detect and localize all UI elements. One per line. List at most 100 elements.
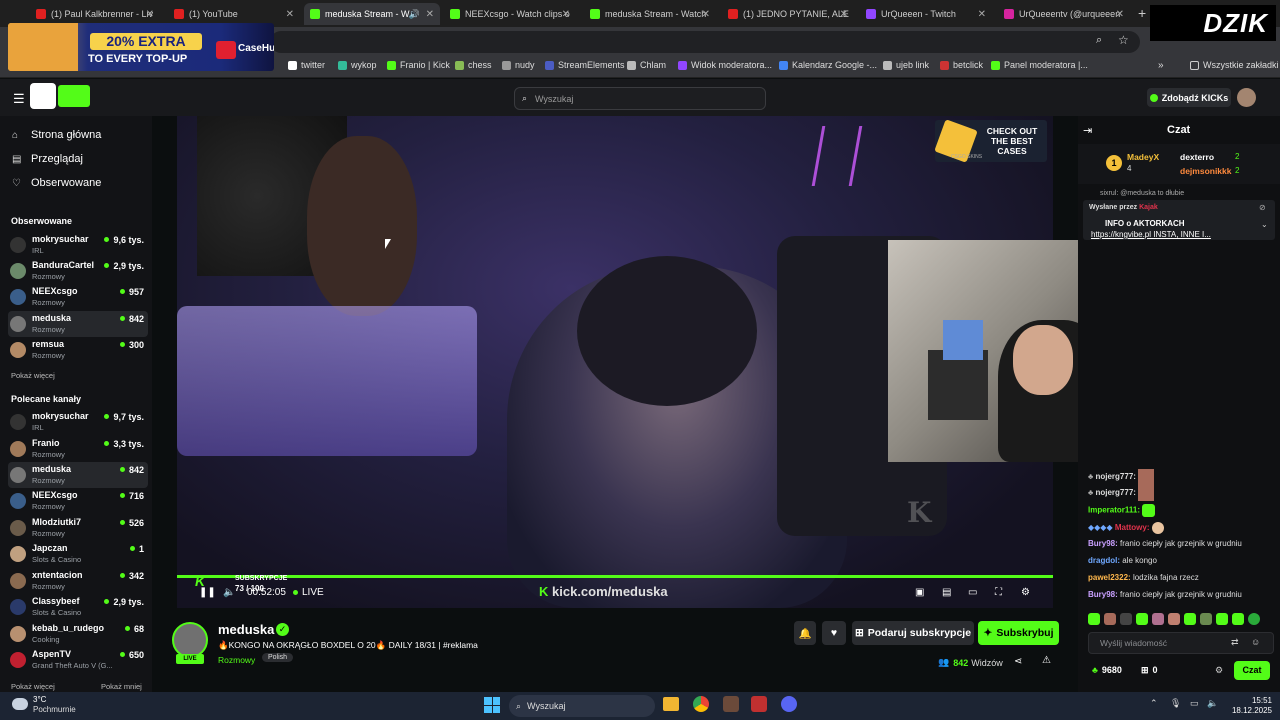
browser-tab[interactable]: NEEXcsgo - Watch clips o ✕ [444,3,576,25]
show-more-link[interactable]: Pokaż więcej [11,371,55,380]
ad-banner[interactable]: 20% EXTRA TO EVERY TOP-UP CaseHug [8,23,274,71]
emote-icon[interactable] [1088,613,1100,625]
browser-tab[interactable]: (1) Paul Kalkbrenner - Liv ✕ [30,3,160,25]
bookmark-franio[interactable]: Franio | Kick [387,60,450,70]
star-icon[interactable]: ☆ [1118,33,1129,47]
more-bookmarks-icon[interactable]: » [1158,60,1164,71]
language-tag[interactable]: Polish [262,653,294,662]
all-bookmarks[interactable]: Wszystkie zakładki [1190,60,1279,70]
emote-icon[interactable] [1152,613,1164,625]
case-promo-banner[interactable]: CHECK OUT THE BEST CASES CSGO SKINS [934,119,1047,163]
pinned-link[interactable]: https://kngvibe.pl INSTA, INNE I... [1091,230,1211,239]
chat-settings-icon[interactable]: ⚙ [1215,665,1223,676]
stream-category[interactable]: Rozmowy [218,655,255,665]
recommended-channel[interactable]: xntentacion Rozmowy 342 [8,568,148,594]
recommended-channel[interactable]: NEEXcsgo Rozmowy 716 [8,488,148,514]
nav-following[interactable]: ♡ Obserwowane [12,177,101,189]
browser-tab[interactable]: (1) YouTube ✕ [168,3,300,25]
collapse-chat-icon[interactable]: ⇥ [1083,124,1092,137]
browser-tab[interactable]: (1) JEDNO PYTANIE, ALE ✕ [722,3,854,25]
report-icon[interactable]: ⚠ [1042,655,1051,666]
new-tab-icon[interactable]: + [1138,5,1146,21]
emote-icon[interactable] [1168,613,1180,625]
bookmark-widok[interactable]: Widok moderatora... [678,60,772,70]
nav-home[interactable]: ⌂ Strona główna [12,129,101,141]
miniplayer-icon[interactable]: ▣ [915,587,924,598]
emote-icon[interactable] [1120,613,1132,625]
close-tab-icon[interactable]: ✕ [978,9,986,20]
followed-channel[interactable]: BanduraCartel Rozmowy 2,9 tys. [8,258,148,284]
menu-icon[interactable]: ☰ [13,91,25,107]
emote-icon[interactable] [1184,613,1196,625]
close-tab-icon[interactable]: ✕ [146,9,154,20]
close-tab-icon[interactable]: ✕ [702,9,710,20]
microphone-icon[interactable]: 🎙 [1170,698,1181,709]
followed-channel[interactable]: NEEXcsgo Rozmowy 957 [8,284,148,310]
emote-icon[interactable] [1232,613,1244,625]
channel-avatar[interactable] [172,622,208,658]
chrome-icon[interactable] [693,696,709,712]
bookmark-wykop[interactable]: wykop [338,60,377,70]
settings-gear-icon[interactable]: ⚙ [1021,587,1030,598]
recommended-channel[interactable]: kebab_u_rudego Cooking 68 [8,621,148,647]
recommended-channel-selected[interactable]: meduska Rozmowy 842 [8,462,148,488]
fullscreen-icon[interactable]: ⛶ [995,587,1002,598]
get-kicks-button[interactable]: Zdobądź KICKs [1147,88,1231,107]
bookmark-ujeb[interactable]: ujeb link [883,60,929,70]
send-chat-button[interactable]: Czat [1234,661,1270,680]
address-bar[interactable] [270,31,1140,53]
close-tab-icon[interactable]: ✕ [562,9,570,20]
clip-icon[interactable]: ▤ [942,587,951,598]
chat-input[interactable]: Wyślij wiadomość [1088,632,1274,654]
bookmark-chess[interactable]: chess [455,60,492,70]
nav-browse[interactable]: ▤ Przeglądaj [12,153,83,165]
browser-tab-active[interactable]: meduska Stream - W 🔊 ✕ [304,3,440,25]
bookmark-twitter[interactable]: twitter [288,60,325,70]
emote-icon[interactable] [1216,613,1228,625]
close-tab-icon[interactable]: ✕ [426,9,434,20]
zoom-icon[interactable]: ⌕ [1096,34,1102,47]
clock-date[interactable]: 18.12.2025 [1222,706,1272,715]
tray-chevron-icon[interactable]: ⌃ [1150,698,1158,709]
browser-tab[interactable]: meduska Stream - Watch ✕ [584,3,716,25]
bookmark-streamelements[interactable]: StreamElements [545,60,625,70]
search-input[interactable]: ⌕ Wyszukaj [514,87,766,110]
channel-name[interactable]: meduska [218,622,274,637]
volume-icon[interactable]: 🔈 [223,587,235,598]
emote-icon[interactable] [1200,613,1212,625]
app-icon[interactable] [723,696,739,712]
channel-points[interactable]: ♣ 9680 [1092,665,1122,675]
network-icon[interactable]: ▭ [1190,698,1199,709]
followed-channel[interactable]: remsua Rozmowy 300 [8,337,148,363]
user-avatar[interactable] [1237,88,1256,107]
pinned-message[interactable]: Wysłane przez Kajak ⊘ INFO o AKTORKACH h… [1083,200,1275,240]
gift-sub-button[interactable]: ⊞ Podaruj subskrypcje [852,621,974,645]
show-less-link[interactable]: Pokaż mniej [101,682,142,691]
weather-temp[interactable]: 3°C [33,695,46,704]
theater-mode-icon[interactable]: ▭ [968,587,977,598]
followed-channel-selected[interactable]: meduska Rozmowy 842 [8,311,148,337]
volume-icon[interactable]: 🔈 [1207,698,1218,709]
notification-bell-button[interactable]: 🔔 [794,621,816,645]
browser-tab[interactable]: UrQueeen - Twitch ✕ [860,3,992,25]
windows-start-icon[interactable] [484,697,500,713]
followed-channel[interactable]: mokrysuchar IRL 9,6 tys. [8,232,148,258]
emote-picker-icon[interactable]: ⇄ [1231,637,1239,648]
recommended-channel[interactable]: AspenTV Grand Theft Auto V (G... 650 [8,647,148,673]
emote-icon[interactable] [1136,613,1148,625]
pause-icon[interactable]: ❚❚ [199,587,216,598]
recommended-channel[interactable]: Franio Rozmowy 3,3 tys. [8,436,148,462]
close-tab-icon[interactable]: ✕ [840,9,848,20]
recommended-channel[interactable]: mokrysuchar IRL 9,7 tys. [8,409,148,435]
taskbar-search[interactable]: ⌕ Wyszukaj [509,695,655,717]
close-tab-icon[interactable]: ✕ [1116,9,1124,20]
recommended-channel[interactable]: Classybeef Slots & Casino 2,9 tys. [8,594,148,620]
clock-time[interactable]: 15:51 [1222,696,1272,705]
discord-icon[interactable] [781,696,797,712]
bookmark-betclick[interactable]: betclick [940,60,983,70]
close-tab-icon[interactable]: ✕ [286,9,294,20]
bookmark-panel[interactable]: Panel moderatora |... [991,60,1088,70]
emote-icon[interactable] [1104,613,1116,625]
bookmark-kalendarz[interactable]: Kalendarz Google -... [779,60,877,70]
recommended-channel[interactable]: Japczan Slots & Casino 1 [8,541,148,567]
